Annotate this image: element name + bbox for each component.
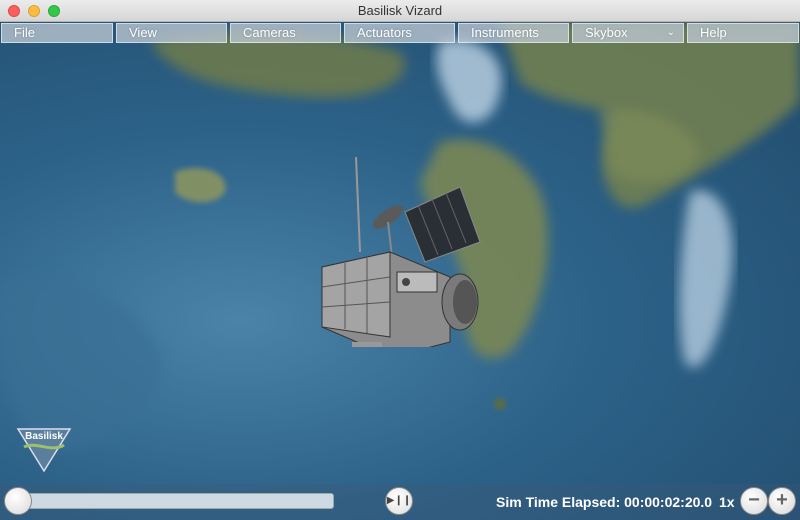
- menu-instruments-button[interactable]: Instruments: [458, 23, 569, 43]
- play-pause-button[interactable]: ▶❙❙: [385, 487, 413, 515]
- chevron-down-icon: ⌄: [666, 27, 675, 38]
- plus-icon: +: [776, 489, 788, 511]
- basilisk-logo-icon: Basilisk: [16, 428, 72, 473]
- menu-bar: File View Cameras Actuators Instruments …: [0, 22, 800, 44]
- sim-time-elapsed: Sim Time Elapsed: 00:00:02:20.0: [496, 494, 713, 510]
- slow-down-button[interactable]: −: [740, 487, 768, 515]
- menu-help-button[interactable]: Help: [687, 23, 799, 43]
- play-pause-icon: ▶❙❙: [386, 495, 412, 506]
- time-slider-knob[interactable]: [4, 487, 32, 515]
- speed-up-button[interactable]: +: [768, 487, 796, 515]
- menu-skybox-dropdown[interactable]: Skybox ⌄: [572, 23, 684, 43]
- svg-text:Basilisk: Basilisk: [25, 431, 63, 442]
- minus-icon: −: [748, 489, 760, 511]
- spacecraft-model[interactable]: [300, 147, 490, 347]
- menu-cameras-button[interactable]: Cameras: [230, 23, 341, 43]
- window-title: Basilisk Vizard: [357, 3, 443, 18]
- skybox-label: Skybox: [585, 25, 628, 40]
- title-bar: Basilisk Vizard: [0, 0, 800, 22]
- time-slider-track[interactable]: [6, 493, 334, 509]
- menu-file-button[interactable]: File: [1, 23, 113, 43]
- menu-actuators-button[interactable]: Actuators: [344, 23, 455, 43]
- playback-speed: 1x: [719, 494, 735, 510]
- 3d-viewport[interactable]: [0, 22, 800, 520]
- menu-view-button[interactable]: View: [116, 23, 227, 43]
